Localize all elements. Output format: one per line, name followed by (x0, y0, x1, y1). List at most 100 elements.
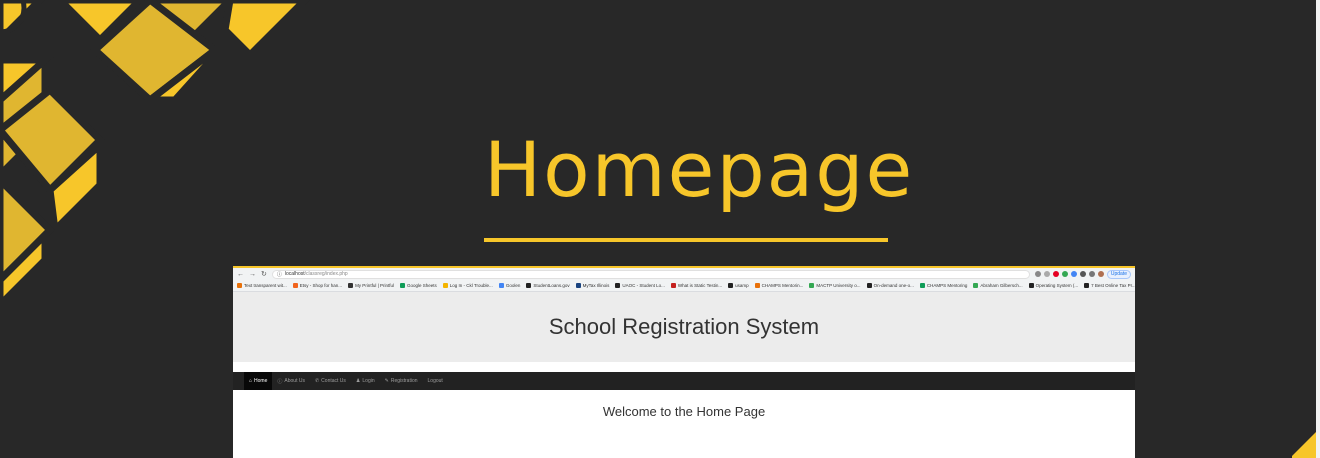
bookmark-favicon-icon (442, 283, 448, 288)
bookmark-label: 7 Best Online Tax Pr... (1091, 283, 1135, 288)
bookmark-label: Log In - Ckl Trouble... (449, 283, 493, 288)
nav-item-login[interactable]: ♟ Login (351, 372, 380, 390)
bookmark-item[interactable]: usamp (728, 283, 749, 288)
bookmark-label: Abraham Gilbersch... (980, 283, 1023, 288)
bookmark-item[interactable]: Text transparent wit... (237, 283, 287, 288)
welcome-message: Welcome to the Home Page (602, 404, 766, 419)
bookmark-item[interactable]: Log In - Ckl Trouble... (442, 283, 493, 288)
reload-icon[interactable]: ↻ (261, 271, 267, 278)
browser-toolbar: ← → ↻ ⓘ localhost/classreg/index.php Upd… (233, 268, 1135, 280)
bookmark-item[interactable]: CHAMPS Mentorin... (754, 283, 804, 288)
extension-icon[interactable] (1061, 271, 1068, 277)
phone-icon: ✆ (314, 378, 320, 384)
back-arrow-icon[interactable]: ← (237, 271, 244, 278)
bookmark-label: Text transparent wit... (244, 283, 287, 288)
window-edge (1316, 0, 1320, 458)
bookmark-label: MACTP University o... (816, 283, 861, 288)
nav-item-logout[interactable]: Logout (423, 372, 448, 390)
bookmark-label: CHAMPS Mentorin... (761, 283, 804, 288)
site-content: Welcome to the Home Page (233, 390, 1135, 419)
decorative-corner-triangle (1292, 428, 1320, 458)
bookmark-favicon-icon (1028, 283, 1034, 288)
bookmark-item[interactable]: MyTax Illinois (575, 283, 610, 288)
bookmark-favicon-icon (728, 283, 734, 288)
pinterest-extension-icon[interactable] (1052, 271, 1059, 277)
puzzle-icon[interactable] (1079, 271, 1086, 277)
bookmark-favicon-icon (919, 283, 925, 288)
bookmark-item[interactable]: StudentLoans.gov (526, 283, 570, 288)
bookmark-item[interactable]: Goolen (498, 283, 521, 288)
bookmark-label: StudentLoans.gov (533, 283, 570, 288)
nav-item-contact-us[interactable]: ✆ Contact Us (310, 372, 351, 390)
bookmark-favicon-icon (615, 283, 621, 288)
extension-icon[interactable] (1070, 271, 1077, 277)
bookmark-favicon-icon (292, 283, 298, 288)
bookmark-item[interactable]: CHAMPS Mentoring (919, 283, 968, 288)
bookmark-favicon-icon (526, 283, 532, 288)
nav-label: Logout (427, 378, 443, 384)
bookmark-label: Goolen (505, 283, 521, 288)
bookmark-label: My Printful | Printful (355, 283, 394, 288)
bookmark-favicon-icon (400, 283, 405, 288)
bookmark-item[interactable]: Abraham Gilbersch... (973, 283, 1023, 288)
site-navbar: ⌂ Home ⓘ About Us ✆ Contact Us ♟ Login ✎ Registra… (233, 372, 1135, 390)
bookmark-label: On-demand one-o... (873, 283, 914, 288)
bookmark-favicon-icon (973, 283, 979, 288)
bookmark-item[interactable]: Operating System (... (1028, 283, 1079, 288)
bookmarks-bar: Text transparent wit... Etsy - Shop for h… (233, 280, 1135, 292)
bookmark-favicon-icon (237, 283, 242, 288)
nav-label: About Us (284, 378, 305, 384)
decorative-geometric-pattern (0, 0, 310, 310)
star-icon[interactable] (1043, 271, 1050, 277)
bookmark-favicon-icon (575, 283, 581, 288)
bookmark-item[interactable]: My Printful | Printful (348, 283, 394, 288)
user-icon: ♟ (355, 378, 361, 384)
bookmark-favicon-icon (866, 283, 872, 288)
pencil-icon: ✎ (384, 378, 389, 384)
bookmark-label: Google Sheets (407, 283, 437, 288)
nav-label: Login (362, 378, 375, 384)
bookmark-favicon-icon (670, 283, 676, 288)
bookmark-label: What is Static Testin... (677, 283, 723, 288)
info-icon: ⓘ (276, 271, 282, 278)
home-icon: ⌂ (249, 378, 253, 384)
spacer (233, 362, 1135, 372)
address-bar[interactable]: ⓘ localhost/classreg/index.php (271, 269, 1030, 279)
avatar[interactable] (1097, 271, 1104, 277)
nav-item-home[interactable]: ⌂ Home (244, 372, 273, 390)
url-path: /classreg/index.php (304, 271, 348, 277)
bookmark-label: MyTax Illinois (582, 283, 610, 288)
bookmark-label: Operating System (... (1035, 283, 1079, 288)
bookmark-favicon-icon (498, 283, 504, 288)
bookmark-item[interactable]: MACTP University o... (809, 283, 861, 288)
bookmark-item[interactable]: Etsy - Shop for han... (292, 283, 343, 288)
bookmark-favicon-icon (348, 283, 354, 288)
browser-screenshot: ← → ↻ ⓘ localhost/classreg/index.php Upd… (233, 266, 1135, 458)
title-underline (484, 238, 888, 242)
info-icon: ⓘ (277, 378, 283, 385)
share-icon[interactable] (1034, 271, 1041, 277)
nav-label: Contact Us (321, 378, 346, 384)
bookmark-label: usamp (735, 283, 749, 288)
bookmark-favicon-icon (754, 283, 760, 288)
sidepanel-icon[interactable] (1088, 271, 1095, 277)
site-title: School Registration System (548, 314, 820, 339)
bookmark-item[interactable]: On-demand one-o... (866, 283, 914, 288)
bookmark-label: UAOC - Student Lo... (622, 283, 665, 288)
bookmark-item[interactable]: Google Sheets (400, 283, 437, 288)
bookmark-label: CHAMPS Mentoring (926, 283, 968, 288)
slide-title: Homepage (484, 125, 915, 214)
bookmark-favicon-icon (1084, 283, 1090, 288)
bookmark-favicon-icon (809, 283, 815, 288)
nav-label: Home (254, 378, 268, 384)
bookmark-item[interactable]: 7 Best Online Tax Pr... (1084, 283, 1135, 288)
site-header: School Registration System (233, 292, 1135, 362)
bookmark-item[interactable]: UAOC - Student Lo... (615, 283, 665, 288)
nav-item-about-us[interactable]: ⓘ About Us (272, 372, 310, 390)
bookmark-item[interactable]: What is Static Testin... (670, 283, 723, 288)
nav-label: Registration (390, 378, 418, 384)
nav-item-registration[interactable]: ✎ Registration (380, 372, 423, 390)
forward-arrow-icon[interactable]: → (249, 271, 256, 278)
update-button[interactable]: Update (1106, 269, 1131, 279)
bookmark-label: Etsy - Shop for han... (299, 283, 343, 288)
